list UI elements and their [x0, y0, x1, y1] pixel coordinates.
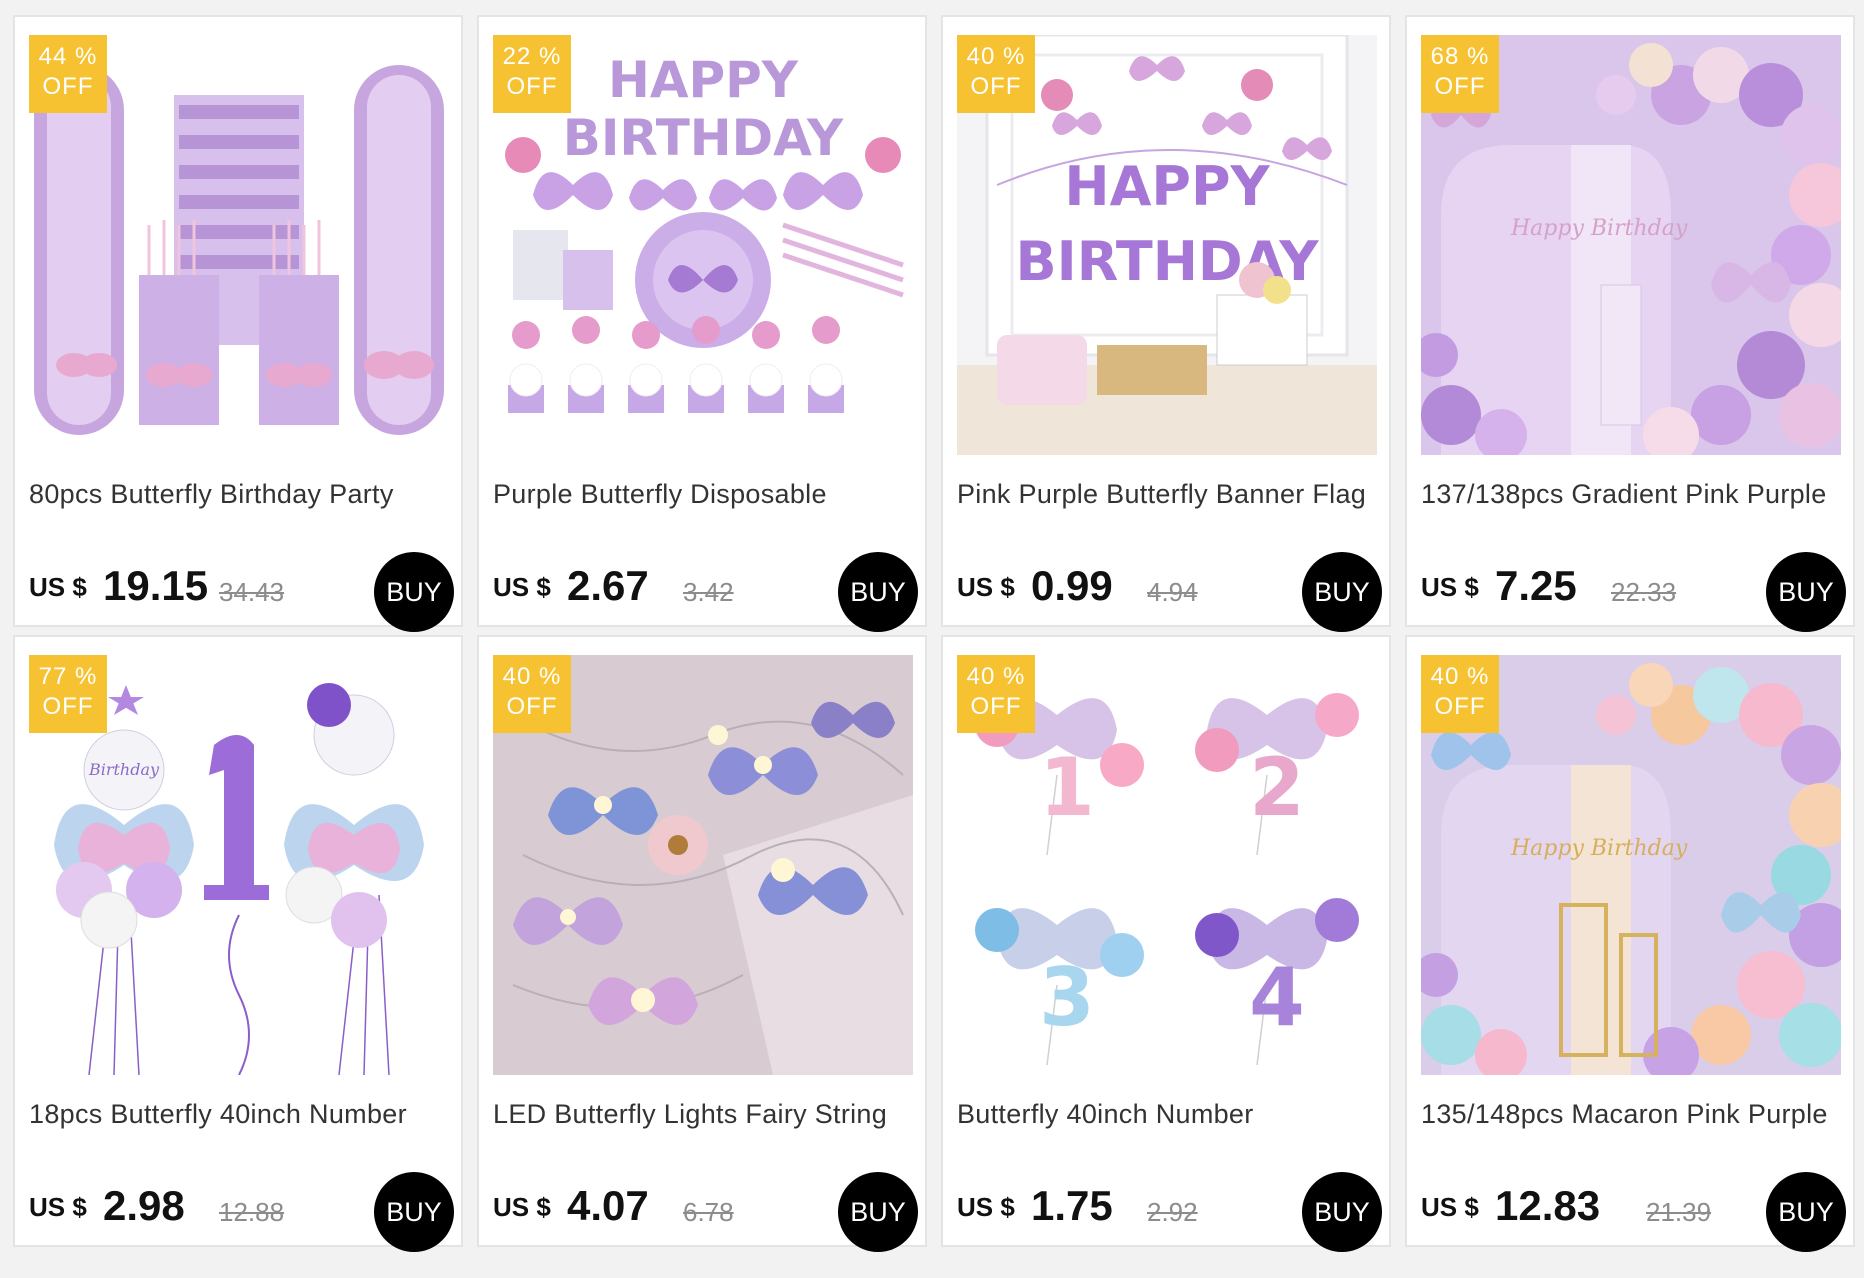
- buy-button[interactable]: BUY: [1302, 552, 1382, 632]
- discount-percent: 40 %: [966, 43, 1026, 70]
- original-price: 3.42: [683, 577, 734, 607]
- sale-price: 19.15: [103, 562, 209, 609]
- product-card[interactable]: Happy Birthday 68 % OFF 137/138pcs Gradi…: [1405, 15, 1855, 632]
- product-card[interactable]: Happy Birthday 40 % OFF 135/148pcs Macar…: [1405, 635, 1855, 1252]
- product-card[interactable]: 44 % OFF 80pcs Butterfly Birthday Party …: [13, 15, 463, 632]
- original-price: 34.43: [219, 577, 285, 607]
- off-label: OFF: [506, 73, 558, 100]
- discount-percent: 68 %: [1430, 43, 1490, 70]
- sale-price: 0.99: [1031, 562, 1113, 609]
- off-label: OFF: [506, 693, 558, 720]
- image-happy-text: HAPPY: [608, 51, 799, 109]
- discount-badge: 40 % OFF: [493, 655, 571, 733]
- discount-badge: 68 % OFF: [1421, 35, 1499, 113]
- product-card[interactable]: HAPPY BIRTHDAY 40 % OFF Pink Purple Butt…: [941, 15, 1391, 632]
- off-label: OFF: [42, 693, 94, 720]
- image-happy-birthday-text: Happy Birthday: [1510, 216, 1688, 241]
- buy-button[interactable]: BUY: [374, 1172, 454, 1252]
- discount-percent: 44 %: [38, 43, 98, 70]
- product-title[interactable]: 80pcs Butterfly Birthday Party: [29, 479, 454, 510]
- buy-button[interactable]: BUY: [1766, 1172, 1846, 1252]
- price-row: US $ 19.15 34.43 BUY: [29, 552, 454, 632]
- image-number-glyph: 4: [1249, 951, 1305, 1044]
- buy-button[interactable]: BUY: [374, 552, 454, 632]
- buy-button[interactable]: BUY: [1766, 552, 1846, 632]
- product-card[interactable]: 40 % OFF LED Butterfly Lights Fairy Stri…: [477, 635, 927, 1252]
- off-label: OFF: [1434, 73, 1486, 100]
- currency-label: US $: [29, 572, 87, 602]
- discount-percent: 77 %: [38, 663, 98, 690]
- price-row: US $ 2.98 12.88 BUY: [29, 1172, 454, 1252]
- product-card[interactable]: Birthday 77 % OFF 18pcs Butterfly 40inch…: [13, 635, 463, 1252]
- sale-price: 12.83: [1495, 1182, 1601, 1229]
- discount-badge: 44 % OFF: [29, 35, 107, 113]
- sale-price: 1.75: [1031, 1182, 1113, 1229]
- currency-label: US $: [1421, 572, 1479, 602]
- off-label: OFF: [1434, 693, 1486, 720]
- discount-percent: 40 %: [502, 663, 562, 690]
- sale-price: 4.07: [567, 1182, 649, 1229]
- off-label: OFF: [970, 73, 1022, 100]
- price-row: US $ 7.25 22.33 BUY: [1421, 552, 1846, 632]
- price-row: US $ 0.99 4.94 BUY: [957, 552, 1382, 632]
- discount-percent: 40 %: [1430, 663, 1490, 690]
- discount-badge: 40 % OFF: [957, 35, 1035, 113]
- price-row: US $ 12.83 21.39 BUY: [1421, 1172, 1846, 1252]
- discount-percent: 40 %: [966, 663, 1026, 690]
- product-title[interactable]: LED Butterfly Lights Fairy String: [493, 1099, 918, 1130]
- off-label: OFF: [970, 693, 1022, 720]
- buy-button[interactable]: BUY: [838, 1172, 918, 1252]
- sale-price: 2.98: [103, 1182, 185, 1229]
- currency-label: US $: [493, 1192, 551, 1222]
- currency-label: US $: [1421, 1192, 1479, 1222]
- product-title[interactable]: 18pcs Butterfly 40inch Number: [29, 1099, 454, 1130]
- image-number-glyph: 2: [1249, 741, 1305, 834]
- discount-badge: 77 % OFF: [29, 655, 107, 733]
- product-title[interactable]: Pink Purple Butterfly Banner Flag: [957, 479, 1382, 510]
- image-number-glyph: 1: [1039, 741, 1095, 834]
- original-price: 21.39: [1646, 1197, 1712, 1227]
- image-happy-birthday-text: Happy Birthday: [1510, 836, 1688, 861]
- buy-button[interactable]: BUY: [1302, 1172, 1382, 1252]
- image-number-glyph: 3: [1039, 951, 1095, 1044]
- product-title[interactable]: 137/138pcs Gradient Pink Purple: [1421, 479, 1846, 510]
- product-card[interactable]: 1 2 3 4 40 % OFF Butterfly 40inch Number…: [941, 635, 1391, 1252]
- currency-label: US $: [29, 1192, 87, 1222]
- original-price: 6.78: [683, 1197, 734, 1227]
- original-price: 4.94: [1147, 577, 1198, 607]
- product-card[interactable]: HAPPY BIRTHDAY 22 % OFF Purple Butterfly…: [477, 15, 927, 632]
- currency-label: US $: [957, 1192, 1015, 1222]
- currency-label: US $: [957, 572, 1015, 602]
- product-grid: 44 % OFF 80pcs Butterfly Birthday Party …: [13, 15, 1855, 1252]
- price-row: US $ 1.75 2.92 BUY: [957, 1172, 1382, 1252]
- product-title[interactable]: Purple Butterfly Disposable: [493, 479, 918, 510]
- price-row: US $ 2.67 3.42 BUY: [493, 552, 918, 632]
- image-birthday-text: Birthday: [88, 760, 160, 779]
- discount-badge: 22 % OFF: [493, 35, 571, 113]
- discount-badge: 40 % OFF: [1421, 655, 1499, 733]
- product-title[interactable]: Butterfly 40inch Number: [957, 1099, 1382, 1130]
- discount-badge: 40 % OFF: [957, 655, 1035, 733]
- price-row: US $ 4.07 6.78 BUY: [493, 1172, 918, 1252]
- discount-percent: 22 %: [502, 43, 562, 70]
- original-price: 22.33: [1611, 577, 1677, 607]
- original-price: 12.88: [219, 1197, 285, 1227]
- product-title[interactable]: 135/148pcs Macaron Pink Purple: [1421, 1099, 1846, 1130]
- off-label: OFF: [42, 73, 94, 100]
- sale-price: 7.25: [1495, 562, 1577, 609]
- original-price: 2.92: [1147, 1197, 1198, 1227]
- image-happy-text: HAPPY: [1064, 155, 1270, 218]
- buy-button[interactable]: BUY: [838, 552, 918, 632]
- image-birthday-text: BIRTHDAY: [563, 109, 844, 167]
- currency-label: US $: [493, 572, 551, 602]
- sale-price: 2.67: [567, 562, 649, 609]
